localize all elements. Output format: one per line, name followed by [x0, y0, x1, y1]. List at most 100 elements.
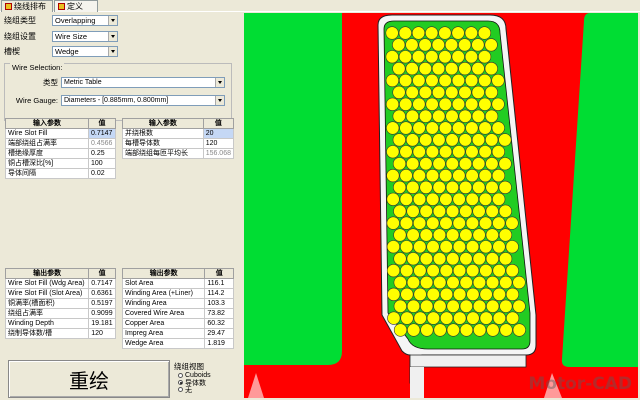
param-name: Wire Slot Fill [4, 128, 90, 139]
param-value-cell[interactable]: 0.02 [88, 168, 116, 179]
wire-selection-title: Wire Selection: [10, 63, 65, 72]
conductor-circle [405, 133, 420, 147]
winding-type-select[interactable]: Overlapping [52, 14, 118, 26]
slot-wedge-label: 槽楔 [4, 46, 20, 56]
conductor-circle [392, 85, 406, 99]
conductor-circle [485, 180, 499, 194]
conductor-circle [385, 50, 399, 64]
conductor-circle [387, 311, 401, 325]
chevron-down-icon[interactable] [215, 95, 224, 105]
conductor-circle [491, 145, 505, 159]
conductor-circle [498, 133, 512, 147]
winding-setting-select[interactable]: Wire Size [52, 30, 118, 42]
conductor-circle [432, 228, 447, 242]
tab-definition[interactable]: 定义 [54, 0, 98, 12]
conductor-circle [453, 287, 467, 302]
wire-gauge-select[interactable]: Diameters - [0.885mm, 0.800mm] [61, 94, 225, 106]
chevron-down-icon[interactable] [108, 31, 117, 41]
conductor-circle [431, 38, 445, 52]
conductor-circle [458, 133, 472, 147]
param-value-cell[interactable]: 120 [202, 138, 235, 149]
wire-gauge-label: Wire Gauge: [15, 95, 58, 105]
conductor-circle [472, 157, 486, 171]
conductor-circle [412, 97, 426, 111]
slot-cross-section-view[interactable]: Motor-CAD [244, 13, 638, 398]
conductor-circle [439, 169, 453, 183]
redraw-button[interactable]: 重绘 [8, 360, 170, 398]
conductor-circle [485, 109, 499, 123]
result-name: 绕制导体数/槽 [4, 328, 90, 339]
conductor-circle [439, 145, 453, 159]
conductor-circle [479, 264, 493, 278]
result-name: 铜满率(槽面积) [4, 298, 90, 309]
conductor-circle [433, 275, 447, 290]
column-header: 输入参数 [4, 118, 90, 129]
radio-button[interactable] [178, 387, 183, 392]
table-row: 铜满率(槽面积) 0.5197 [4, 298, 116, 309]
conductor-circle [413, 287, 427, 302]
conductor-circle [485, 133, 499, 147]
conductor-circle [478, 192, 493, 206]
radio-button[interactable] [178, 380, 183, 385]
table-row: 端部绕组每匝平均长 156.068 [122, 148, 235, 159]
conductor-circle [439, 264, 453, 278]
conductor-circle [418, 85, 432, 99]
radio-button[interactable] [178, 373, 183, 378]
param-value-cell[interactable]: 0.7147 [88, 128, 116, 139]
slot-wedge-select[interactable]: Wedge [52, 45, 118, 57]
conductor-circle [419, 252, 433, 266]
conductor-circle [458, 109, 472, 123]
conductor-circle [492, 192, 506, 206]
conductor-circle [426, 287, 440, 302]
chevron-down-icon[interactable] [108, 46, 117, 56]
column-header: 输出参数 [4, 268, 90, 279]
conductor-circle [399, 216, 413, 230]
column-header: 值 [202, 118, 235, 129]
conductor-circle [426, 311, 440, 325]
conductor-circle [399, 192, 413, 206]
conductor-circle [432, 85, 446, 99]
table-row: 每槽导体数 120 [122, 138, 235, 149]
tab-label: 绕线排布 [14, 2, 46, 11]
conductor-circle [459, 204, 473, 218]
conductor-circle [471, 85, 485, 99]
result-name: 绕组占满率 [4, 308, 90, 319]
conductor-circle [499, 323, 513, 337]
column-header: 值 [88, 118, 116, 129]
param-value-cell[interactable]: 20 [202, 128, 235, 139]
conductor-circle [451, 50, 465, 64]
conductor-circle [426, 192, 440, 206]
tab-winding-layout[interactable]: 绕线排布 [1, 0, 53, 12]
conductor-circle [439, 216, 453, 230]
conductor-circle [505, 264, 519, 278]
chevron-down-icon[interactable] [215, 77, 224, 87]
result-name: Covered Wire Area [121, 308, 206, 319]
conductor-circle [406, 228, 420, 242]
conductor-circle [432, 157, 446, 171]
result-value: 103.3 [204, 298, 234, 309]
conductor-circle [432, 204, 446, 218]
conductor-circle [399, 145, 413, 159]
conductor-circle [419, 109, 433, 123]
conductor-circle [420, 299, 434, 313]
input-table-2: 输入参数 值 并绕根数 20 每槽导体数 120 端部绕组每匝平均长 156.068 [122, 118, 235, 159]
param-value-cell[interactable]: 0.25 [88, 148, 116, 159]
conductor-circle [472, 252, 486, 266]
radio-conductors[interactable]: 导体数 [174, 379, 234, 387]
conductor-circle [485, 228, 499, 242]
chevron-down-icon[interactable] [108, 15, 117, 25]
param-value-cell[interactable]: 100 [88, 158, 116, 169]
column-header: 值 [204, 268, 234, 279]
wire-type-select[interactable]: Metric Table [61, 76, 225, 88]
conductor-circle [393, 180, 407, 194]
conductor-circle [471, 109, 485, 123]
winding-view-title: 绕组视图 [174, 362, 204, 371]
conductor-circle [420, 323, 434, 337]
conductor-circle [425, 169, 440, 183]
conductor-circle [412, 169, 426, 183]
winding-type-label: 绕组类型 [4, 15, 36, 25]
conductor-circle [491, 97, 505, 111]
param-name: 并绕根数 [122, 128, 204, 139]
conductor-circle [426, 240, 440, 254]
wire-gauge-value: Diameters - [0.885mm, 0.800mm] [64, 96, 169, 104]
